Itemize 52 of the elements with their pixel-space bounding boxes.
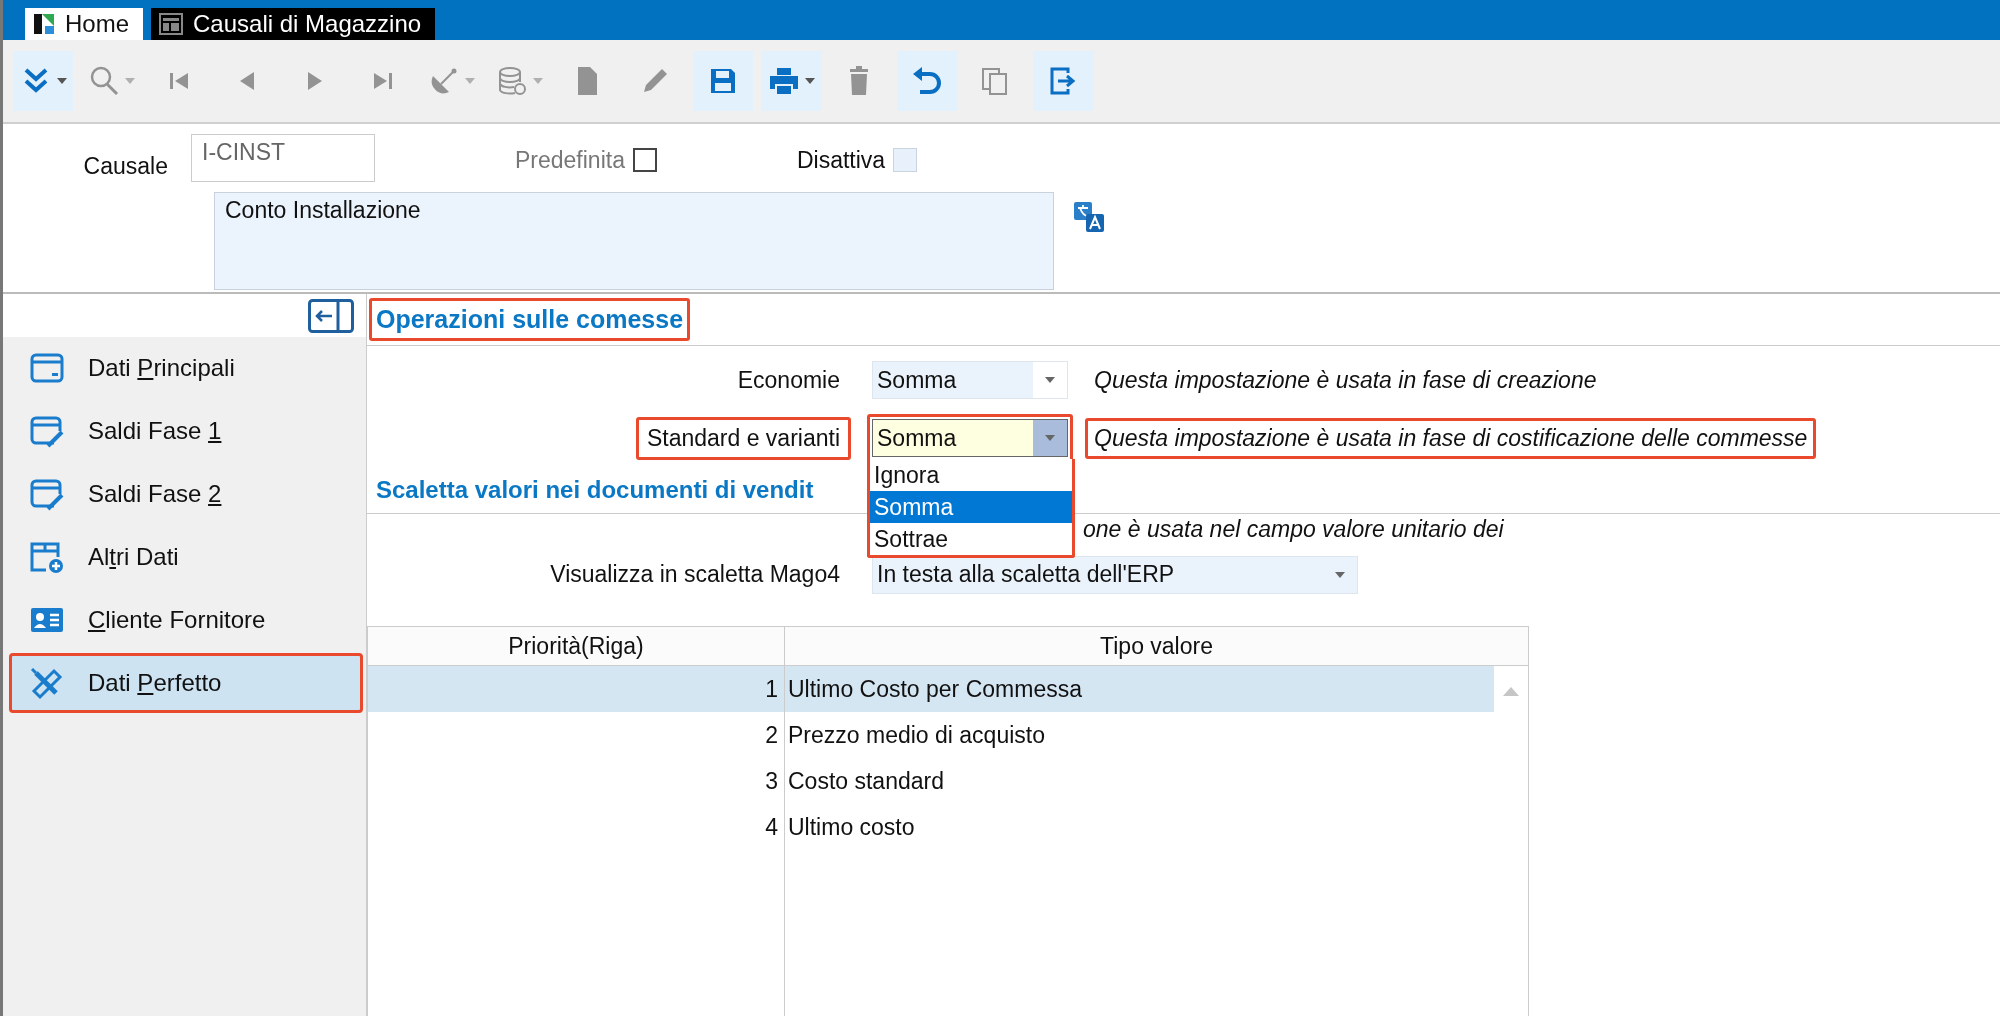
field-label: Economie (736, 365, 841, 395)
undo-button[interactable] (897, 51, 957, 111)
document-tab[interactable]: Causali di Magazzino (151, 8, 436, 40)
field-label: Standard e varianti (635, 416, 851, 460)
caret-icon (1045, 377, 1055, 383)
field-label: Visualizza in scaletta Mago4 (549, 560, 841, 589)
checkbox-label: Predefinita (515, 146, 625, 174)
table-row[interactable]: 3 Costo standard (368, 758, 1494, 804)
save-button[interactable] (693, 51, 753, 111)
double-chevron-button[interactable] (13, 51, 73, 111)
table-row[interactable]: 2 Prezzo medio di acquisto (368, 712, 1494, 758)
hint-text: Questa impostazione è usata in fase di creazione (1093, 365, 1598, 395)
collapse-panel-icon[interactable] (308, 298, 354, 333)
hint-text: Questa impostazione è usata in fase di costificazione delle commesse (1085, 417, 1817, 459)
caret-icon (1335, 571, 1345, 578)
table-cell-text: Costo standard (787, 767, 945, 795)
description-field[interactable]: Conto Installazione (214, 192, 1054, 290)
hint-text: one è usata nel campo valore unitario dei (1082, 515, 1505, 544)
caret-icon (57, 78, 67, 84)
dropdown-field[interactable]: Somma (872, 419, 1068, 457)
column-header[interactable]: Priorità(Riga) (368, 627, 785, 665)
dropdown-field[interactable]: Somma (872, 361, 1068, 399)
table-cell-text: Ultimo Costo per Commessa (787, 675, 1083, 703)
dropdown-field[interactable]: In testa alla scaletta dell'ERP (872, 555, 1358, 594)
dropdown-option[interactable]: Somma (870, 491, 1072, 523)
print-button[interactable] (761, 51, 821, 111)
document-tab[interactable]: Home (25, 8, 144, 40)
exit-button[interactable] (1033, 51, 1093, 111)
table-cell-text: 1 (764, 675, 779, 703)
table-cell-text: 3 (764, 767, 779, 795)
app-logo-icon (33, 12, 55, 36)
checkbox-label: Disattiva (796, 146, 886, 174)
caret-icon (465, 78, 475, 84)
column-header[interactable]: Tipo valore (785, 627, 1528, 665)
input-field[interactable]: I-CINST (191, 134, 375, 182)
sidebar-item[interactable]: Dati Perfetto (9, 653, 363, 713)
table-cell-text: 2 (764, 721, 779, 749)
caret-icon (1045, 435, 1055, 441)
translate-icon[interactable] (1072, 200, 1106, 234)
section-title: Operazioni sulle comesse (369, 298, 691, 341)
table-cell-text: Prezzo medio di acquisto (787, 721, 1046, 749)
table-row[interactable]: 4 Ultimo costo (368, 804, 1494, 850)
window-grid-icon (159, 12, 184, 36)
scroll-up-icon[interactable] (1503, 686, 1519, 696)
section-title: Scaletta valori nei documenti di vendit (375, 474, 815, 505)
table-cell-text: 4 (764, 813, 779, 841)
table-cell-text: Ultimo costo (787, 813, 916, 841)
caret-icon (125, 78, 135, 84)
field-label: Causale (82, 152, 169, 180)
caret-icon (533, 78, 543, 84)
caret-icon (805, 78, 815, 84)
table-row[interactable]: 1 Ultimo Costo per Commessa (368, 666, 1494, 712)
